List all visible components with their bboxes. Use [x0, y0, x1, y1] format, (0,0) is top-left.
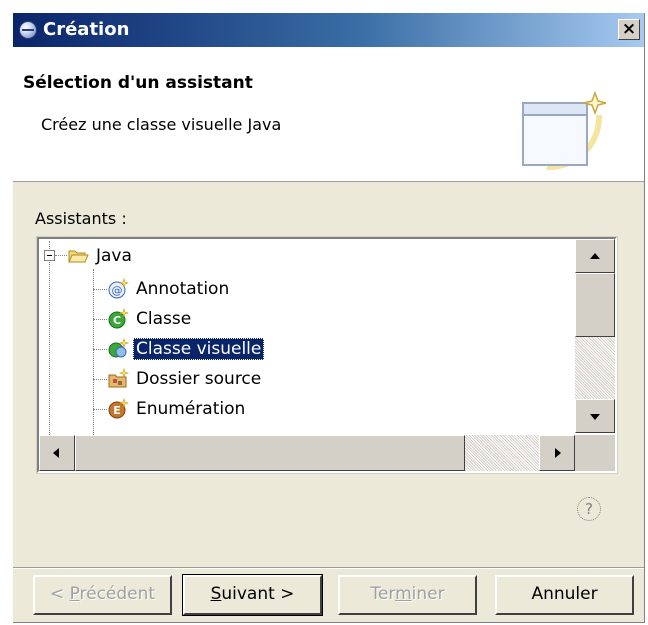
- arrow-left-icon: [53, 448, 59, 458]
- horizontal-scroll-thumb[interactable]: [75, 435, 465, 471]
- tree-node-label: Classe visuelle: [133, 338, 265, 360]
- annotation-icon: @: [108, 278, 129, 299]
- wizard-description: Créez une classe visuelle Java: [41, 115, 282, 134]
- horizontal-scrollbar[interactable]: [39, 435, 575, 471]
- vertical-scrollbar[interactable]: [575, 239, 615, 433]
- folder-open-icon: [68, 250, 89, 263]
- title-bar[interactable]: Création ×: [13, 13, 644, 47]
- tree-node-label: Classe: [136, 309, 192, 329]
- tree-guide-line: [93, 349, 107, 350]
- visual-class-icon: [108, 338, 129, 358]
- tree-node-label: Java: [96, 246, 132, 266]
- tree-guide-line: [93, 409, 107, 410]
- scroll-right-button[interactable]: [539, 435, 575, 471]
- enum-icon: E: [108, 398, 129, 419]
- arrow-right-icon: [555, 448, 561, 458]
- assistants-label: Assistants :: [35, 209, 127, 228]
- arrow-down-icon: [590, 414, 600, 420]
- scroll-up-button[interactable]: [575, 239, 615, 273]
- back-button[interactable]: < Précédent: [33, 575, 172, 615]
- scroll-left-button[interactable]: [39, 435, 75, 471]
- close-button[interactable]: ×: [618, 19, 640, 40]
- tree-guide-line: [93, 269, 94, 435]
- tree-guide-line: [93, 289, 107, 290]
- tree-guide-line: [93, 319, 107, 320]
- tree-node-label: Dossier source: [136, 369, 262, 389]
- tree-node-classe[interactable]: C Classe: [107, 304, 194, 334]
- next-button[interactable]: Suivant >: [182, 574, 323, 616]
- svg-text:E: E: [113, 404, 121, 417]
- scrollbar-corner: [575, 435, 615, 471]
- button-separator: [13, 567, 644, 569]
- tree-node-label: Enumération: [136, 399, 246, 419]
- tree-node-java[interactable]: Java: [67, 241, 135, 271]
- source-folder-icon: [108, 368, 129, 388]
- tree-viewport: Java @ Annotation C Classe Classe visuel…: [41, 241, 577, 435]
- tree-node-dossier-source[interactable]: Dossier source: [107, 364, 264, 394]
- tree-guide-line: [49, 241, 50, 435]
- creation-dialog: Création × Sélection d'un assistant Crée…: [13, 13, 645, 623]
- tree-guide-line: [93, 379, 107, 380]
- tree-node-label: Annotation: [136, 279, 230, 299]
- collapse-toggle[interactable]: [44, 250, 55, 261]
- svg-text:C: C: [113, 314, 121, 327]
- eclipse-icon: [19, 21, 37, 39]
- vertical-scroll-thumb[interactable]: [575, 273, 615, 337]
- tree-node-enumeration[interactable]: E Enumération: [107, 394, 248, 424]
- help-icon[interactable]: ?: [577, 497, 601, 521]
- wizard-tree[interactable]: Java @ Annotation C Classe Classe visuel…: [36, 236, 618, 474]
- new-wizard-icon: [522, 90, 607, 171]
- scroll-down-button[interactable]: [575, 399, 615, 433]
- window-title: Création: [43, 19, 130, 40]
- wizard-header: Sélection d'un assistant Créez une class…: [13, 47, 644, 182]
- wizard-title: Sélection d'un assistant: [23, 73, 253, 93]
- arrow-up-icon: [590, 253, 600, 259]
- tree-guide-line: [55, 255, 67, 256]
- tree-node-annotation[interactable]: @ Annotation: [107, 274, 232, 304]
- class-icon: C: [108, 308, 129, 329]
- svg-text:@: @: [112, 284, 123, 297]
- finish-button[interactable]: Terminer: [338, 575, 477, 615]
- tree-node-classe-visuelle[interactable]: Classe visuelle: [107, 334, 265, 364]
- cancel-button[interactable]: Annuler: [495, 575, 634, 615]
